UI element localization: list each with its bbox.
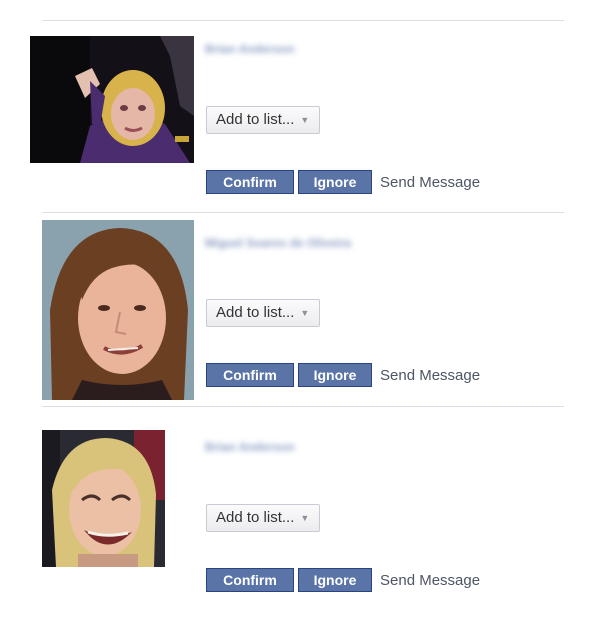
request-actions: Confirm Ignore Send Message	[206, 363, 480, 387]
friend-name[interactable]: Brian Anderson	[205, 42, 295, 56]
chevron-down-icon: ▼	[300, 513, 310, 523]
send-message-link[interactable]: Send Message	[380, 367, 480, 384]
chevron-down-icon: ▼	[300, 115, 310, 125]
send-message-link[interactable]: Send Message	[380, 572, 480, 589]
confirm-button[interactable]: Confirm	[206, 363, 294, 387]
friend-name[interactable]: Brian Anderson	[205, 440, 295, 454]
add-to-list-label: Add to list...	[216, 509, 295, 526]
divider	[42, 212, 564, 213]
ignore-button[interactable]: Ignore	[298, 170, 372, 194]
confirm-button[interactable]: Confirm	[206, 568, 294, 592]
profile-photo[interactable]	[42, 430, 165, 567]
profile-photo[interactable]	[42, 220, 194, 400]
add-to-list-button[interactable]: Add to list... ▼	[206, 504, 321, 532]
friend-requests-list: Brian Anderson Add to list... ▼ Confirm …	[0, 0, 600, 626]
add-to-list-label: Add to list...	[216, 111, 295, 128]
ignore-button[interactable]: Ignore	[298, 568, 372, 592]
add-to-list-button[interactable]: Add to list... ▼	[206, 299, 321, 327]
ignore-button[interactable]: Ignore	[298, 363, 372, 387]
request-actions: Confirm Ignore Send Message	[206, 568, 480, 592]
add-to-list-label: Add to list...	[216, 304, 295, 321]
friend-name[interactable]: Miguel Soares de Oliveira	[205, 236, 351, 250]
chevron-down-icon: ▼	[300, 308, 310, 318]
send-message-link[interactable]: Send Message	[380, 174, 480, 191]
divider	[42, 406, 564, 407]
add-to-list-button[interactable]: Add to list... ▼	[206, 106, 321, 134]
confirm-button[interactable]: Confirm	[206, 170, 294, 194]
divider	[42, 20, 564, 21]
request-actions: Confirm Ignore Send Message	[206, 170, 480, 194]
profile-photo[interactable]	[30, 36, 194, 163]
